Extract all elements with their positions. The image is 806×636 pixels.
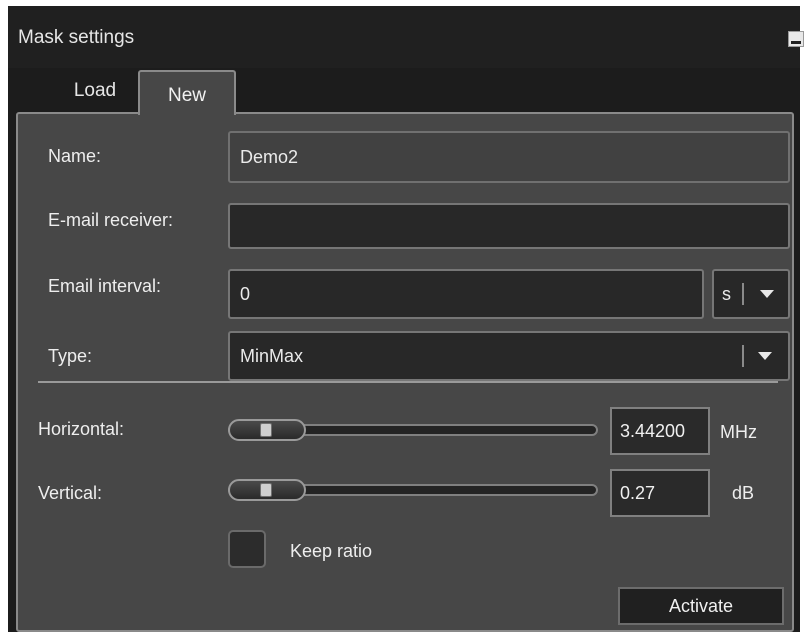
- horizontal-value-field[interactable]: 3.44200: [610, 407, 710, 455]
- horizontal-label: Horizontal:: [38, 419, 125, 439]
- select-separator: [742, 283, 744, 305]
- vertical-slider-handle[interactable]: [228, 479, 306, 501]
- type-label: Type:: [48, 346, 93, 366]
- vertical-label: Vertical:: [38, 483, 103, 503]
- section-divider: [38, 381, 778, 383]
- slider-grip: [260, 483, 272, 497]
- type-value: MinMax: [240, 345, 304, 366]
- keep-ratio-checkbox[interactable]: [228, 530, 266, 568]
- tab-new[interactable]: New: [138, 70, 236, 115]
- title-bar: Mask settings: [8, 6, 804, 68]
- chevron-down-icon: [758, 352, 772, 360]
- email-receiver-label: E-mail receiver:: [48, 210, 174, 230]
- email-interval-label: Email interval:: [48, 276, 162, 296]
- tab-load[interactable]: Load: [52, 70, 138, 112]
- name-field[interactable]: Demo2: [228, 131, 790, 183]
- keep-ratio-label: Keep ratio: [290, 541, 373, 561]
- type-select[interactable]: MinMax: [228, 331, 790, 381]
- vertical-unit: dB: [732, 483, 755, 503]
- horizontal-slider-handle[interactable]: [228, 419, 306, 441]
- select-separator: [742, 345, 744, 367]
- email-receiver-field[interactable]: [228, 203, 790, 249]
- chevron-down-icon: [760, 290, 774, 298]
- interval-unit-select[interactable]: s: [712, 269, 790, 319]
- activate-button[interactable]: Activate: [618, 587, 784, 625]
- vertical-value-field[interactable]: 0.27: [610, 469, 710, 517]
- email-interval-field[interactable]: 0: [228, 269, 704, 319]
- horizontal-unit: MHz: [720, 422, 757, 442]
- minimize-icon[interactable]: [788, 31, 804, 47]
- window-title: Mask settings: [18, 27, 135, 48]
- interval-unit-value: s: [722, 283, 731, 304]
- name-label: Name:: [48, 146, 102, 166]
- slider-grip: [260, 423, 272, 437]
